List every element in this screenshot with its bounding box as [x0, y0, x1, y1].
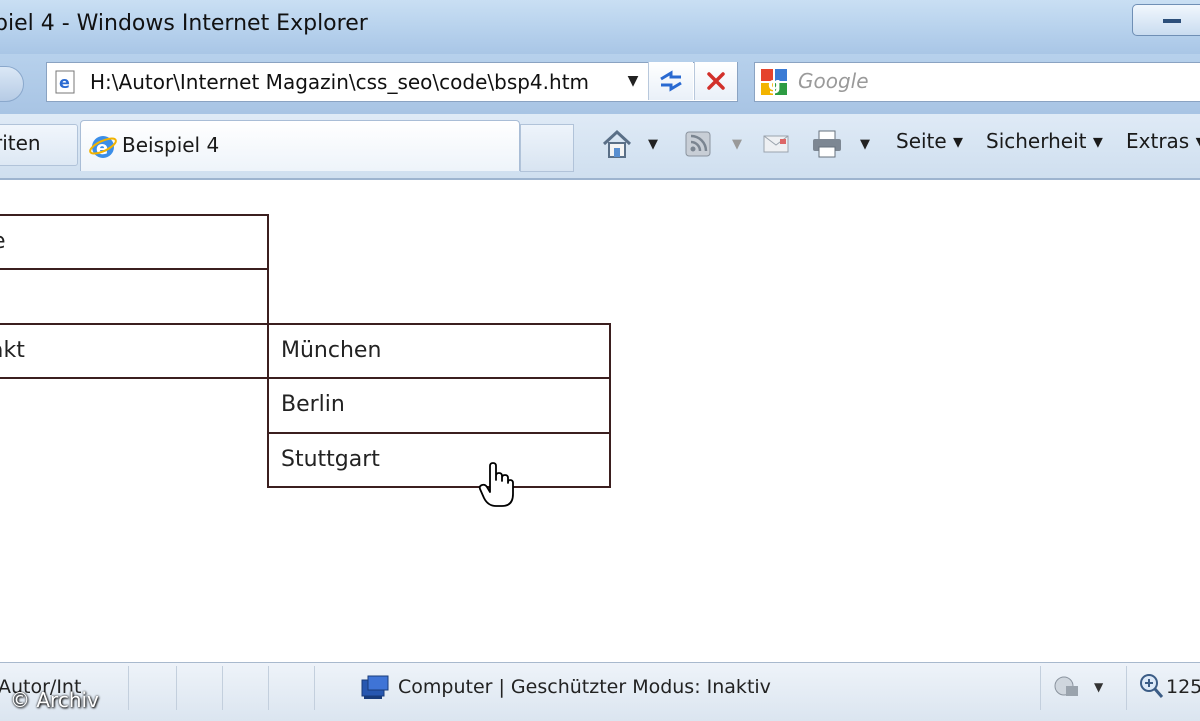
mail-icon: [763, 135, 789, 153]
status-separator: [268, 666, 269, 710]
security-menu-button[interactable]: Sicherheit ▾: [986, 129, 1103, 153]
minimize-icon: [1163, 19, 1181, 23]
menu-item-label: e: [0, 229, 6, 254]
feeds-button[interactable]: [684, 124, 712, 164]
google-icon[interactable]: g: [760, 68, 788, 96]
ie-icon: e: [89, 136, 117, 159]
submenu-item-muenchen[interactable]: München: [267, 323, 611, 379]
status-separator: [128, 666, 129, 710]
submenu-item-label: München: [281, 338, 382, 363]
svg-text:e: e: [59, 73, 70, 92]
address-dropdown-icon[interactable]: ▼: [620, 62, 646, 100]
security-zone-text[interactable]: Computer | Geschützter Modus: Inaktiv: [398, 676, 771, 698]
zoom-icon[interactable]: [1138, 672, 1164, 700]
tab-label[interactable]: Beispiel 4: [122, 133, 219, 157]
favorites-label[interactable]: riten: [0, 131, 41, 155]
home-button[interactable]: [600, 124, 634, 164]
printer-icon: [813, 130, 841, 158]
refresh-button[interactable]: [648, 62, 693, 100]
window-title: piel 4 - Windows Internet Explorer: [0, 11, 368, 36]
submenu-item-berlin[interactable]: Berlin: [267, 377, 611, 434]
ie-page-icon: e: [55, 70, 75, 94]
home-icon: [602, 129, 632, 158]
search-input[interactable]: [798, 68, 1178, 94]
submenu-item-stuttgart[interactable]: Stuttgart: [267, 432, 611, 488]
minimize-button[interactable]: [1132, 4, 1200, 36]
stop-button[interactable]: [694, 62, 737, 100]
address-url[interactable]: H:\Autor\Internet Magazin\css_seo\code\b…: [90, 70, 589, 94]
home-dropdown-icon[interactable]: ▼: [648, 124, 658, 164]
new-tab-button[interactable]: [520, 124, 574, 172]
close-icon: [707, 72, 725, 90]
print-dropdown-icon[interactable]: ▼: [860, 124, 870, 164]
menu-item[interactable]: [0, 268, 269, 325]
rss-icon: [685, 131, 711, 157]
status-separator: [222, 666, 223, 710]
image-credit: © Archiv: [10, 688, 99, 712]
feeds-dropdown-icon[interactable]: ▼: [732, 124, 742, 164]
submenu-item-label: Stuttgart: [281, 447, 380, 472]
page-menu-button[interactable]: Seite ▾: [896, 129, 963, 153]
mail-button[interactable]: [762, 124, 790, 164]
zoom-level[interactable]: 125: [1166, 676, 1200, 698]
menu-item-label: akt: [0, 338, 25, 363]
status-separator: [176, 666, 177, 710]
computer-zone-icon: [361, 675, 389, 699]
extras-menu-button[interactable]: Extras ▾: [1126, 129, 1200, 153]
submenu-item-label: Berlin: [281, 392, 345, 417]
menu-item[interactable]: e: [0, 214, 269, 270]
status-separator: [314, 666, 315, 710]
print-button[interactable]: [810, 124, 844, 164]
refresh-icon: [660, 70, 682, 92]
protected-mode-dropdown-icon[interactable]: ▼: [1094, 680, 1103, 694]
svg-text:g: g: [768, 74, 781, 95]
status-separator: [1126, 666, 1127, 710]
menu-item[interactable]: akt: [0, 323, 269, 379]
protected-mode-icon[interactable]: [1052, 674, 1082, 700]
status-separator: [1040, 666, 1041, 710]
hand-cursor-icon: [478, 462, 514, 507]
